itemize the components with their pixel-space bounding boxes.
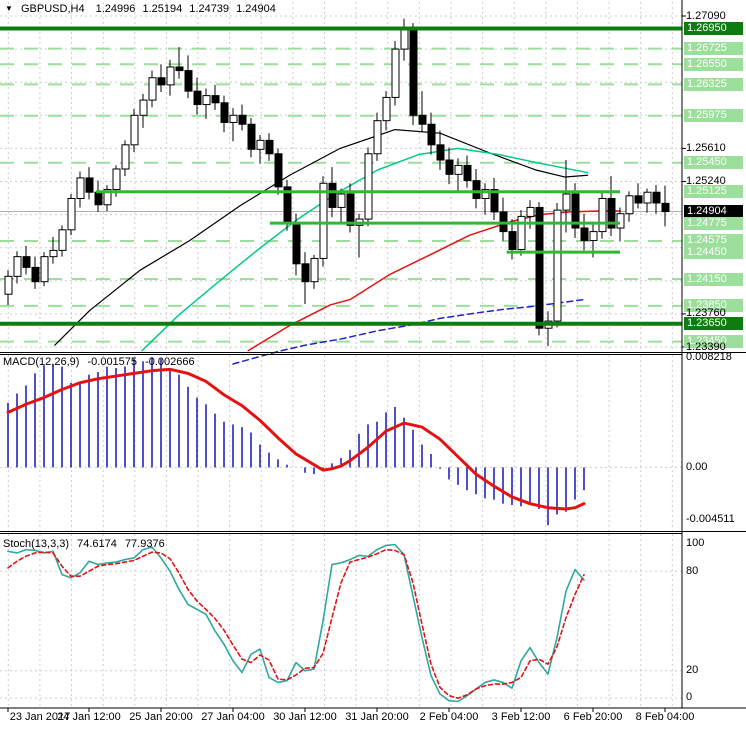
low-value: 1.24739 bbox=[189, 3, 230, 15]
level-price-label: 1.26550 bbox=[684, 58, 743, 71]
level-price-label: 1.24450 bbox=[684, 246, 743, 259]
macd-signal-value: -0.002666 bbox=[145, 356, 195, 368]
stoch-panel-separator[interactable] bbox=[0, 531, 746, 534]
stoch-panel-area[interactable] bbox=[0, 534, 682, 707]
stoch-title: Stoch(13,3,3) bbox=[3, 538, 70, 550]
stoch-header: Stoch(13,3,3) 74.6174 77.9376 bbox=[3, 538, 165, 550]
time-axis-label: 8 Feb 04:00 bbox=[635, 711, 695, 723]
time-axis-label: 27 Jan 04:00 bbox=[201, 711, 265, 723]
time-axis-label: 30 Jan 12:00 bbox=[273, 711, 337, 723]
level-price-label: 1.25125 bbox=[684, 185, 743, 198]
level-price-label: 1.26950 bbox=[684, 22, 743, 35]
trading-chart-window: { "header": { "dropdown_glyph": "▼", "sy… bbox=[0, 0, 746, 731]
time-axis-label: 6 Feb 20:00 bbox=[563, 711, 623, 723]
stoch-k-value: 74.6174 bbox=[77, 538, 117, 550]
macd-scale-label: 0.00 bbox=[686, 461, 708, 473]
stoch-scale-label: 80 bbox=[686, 565, 699, 577]
symbol-period-label: GBPUSD,H4 bbox=[20, 3, 85, 15]
macd-main-value: -0.001575 bbox=[87, 356, 138, 368]
macd-panel-area[interactable] bbox=[0, 355, 682, 531]
time-axis-label: 2 Feb 04:00 bbox=[419, 711, 479, 723]
price-label: 1.25610 bbox=[686, 142, 726, 154]
symbol-dropdown-icon[interactable]: ▼ bbox=[5, 4, 13, 13]
ohlc-header: ▼ GBPUSD,H4 1.24996 1.25194 1.24739 1.24… bbox=[5, 3, 276, 15]
level-price-label: 1.25975 bbox=[684, 109, 743, 122]
close-value: 1.24904 bbox=[236, 3, 276, 15]
macd-scale-label: -0.004511 bbox=[686, 513, 735, 525]
level-price-label: 1.26325 bbox=[684, 78, 743, 91]
level-price-label: 1.23650 bbox=[684, 317, 743, 330]
macd-panel-separator[interactable] bbox=[0, 352, 746, 355]
level-price-label: 1.25450 bbox=[684, 156, 743, 169]
macd-scale-label: 0.008218 bbox=[686, 351, 732, 363]
stoch-scale-label: 100 bbox=[686, 537, 705, 549]
stoch-d-value: 77.9376 bbox=[124, 538, 165, 550]
level-price-label: 1.24775 bbox=[684, 217, 743, 230]
stoch-scale-label: 20 bbox=[686, 664, 699, 676]
macd-header: MACD(12,26,9) -0.001575 -0.002666 bbox=[3, 356, 195, 368]
time-axis-label: 25 Jan 20:00 bbox=[129, 711, 193, 723]
high-value: 1.25194 bbox=[142, 3, 183, 15]
level-price-label: 1.24150 bbox=[684, 273, 743, 286]
time-axis-label: 3 Feb 12:00 bbox=[491, 711, 551, 723]
macd-title: MACD(12,26,9) bbox=[3, 356, 80, 368]
time-axis-label: 31 Jan 20:00 bbox=[345, 711, 409, 723]
level-price-label: 1.26725 bbox=[684, 42, 743, 55]
time-axis-label: 24 Jan 12:00 bbox=[57, 711, 121, 723]
main-chart-area[interactable] bbox=[0, 0, 682, 352]
stoch-scale-label: 0 bbox=[686, 691, 693, 703]
open-value: 1.24996 bbox=[95, 3, 136, 15]
